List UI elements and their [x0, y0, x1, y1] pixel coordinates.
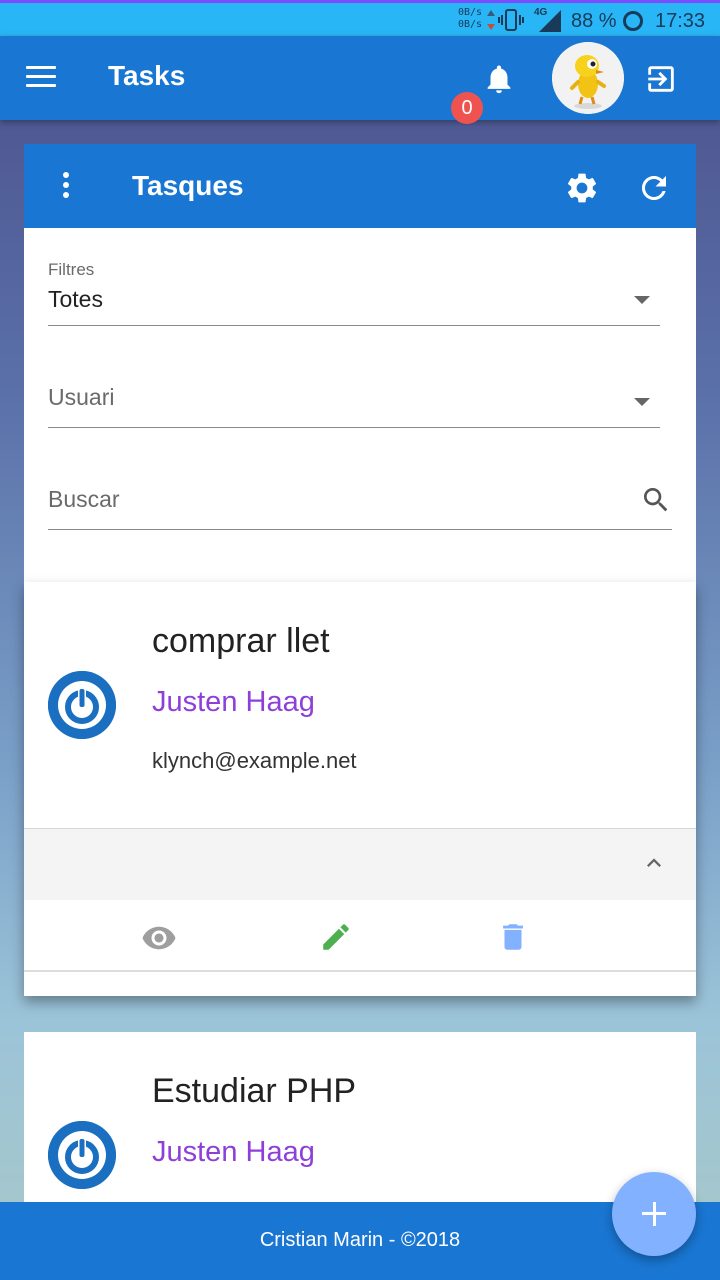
delete-icon[interactable]: [496, 920, 530, 954]
network-speed: 0B/s 0B/s: [458, 7, 482, 31]
data-arrows-icon: [486, 9, 496, 34]
add-task-button[interactable]: [612, 1172, 696, 1256]
more-vert-icon[interactable]: [58, 172, 74, 202]
search-input[interactable]: Buscar: [48, 478, 672, 530]
user-avatar-icon: [48, 671, 116, 739]
user-placeholder: Usuari: [48, 384, 115, 410]
task-name: Estudiar PHP: [152, 1072, 357, 1110]
filters-panel: Filtres Totes Usuari Buscar: [24, 228, 696, 582]
edit-icon[interactable]: [319, 920, 353, 954]
chevron-up-icon[interactable]: [640, 849, 668, 877]
tasks-card: Tasques Filtres Totes Usuari Buscar comp…: [24, 144, 696, 1244]
battery-percent: 88 %: [571, 10, 617, 32]
card-toolbar: Tasques: [24, 144, 696, 228]
settings-icon[interactable]: [564, 170, 600, 206]
avatar[interactable]: [552, 42, 624, 114]
net-up-text: 0B/s: [458, 7, 483, 18]
signal-icon: [538, 9, 562, 38]
user-select[interactable]: Usuari: [48, 378, 660, 428]
refresh-icon[interactable]: [636, 170, 672, 206]
battery-icon: [622, 10, 644, 37]
search-placeholder: Buscar: [48, 486, 120, 512]
status-bar: 0B/s 0B/s 4G 88 % 17:33: [0, 0, 720, 36]
net-down-text: 0B/s: [458, 19, 483, 30]
chevron-down-icon: [634, 398, 650, 406]
user-avatar-icon: [48, 1121, 116, 1189]
task-user-link[interactable]: Justen Haag: [152, 686, 315, 719]
filter-label: Filtres: [48, 260, 95, 279]
search-icon[interactable]: [640, 484, 672, 521]
task-item: comprar llet Justen Haag klynch@example.…: [24, 582, 696, 996]
task-user-link[interactable]: Justen Haag: [152, 1136, 315, 1169]
task-user-email: klynch@example.net: [152, 748, 357, 773]
filter-value: Totes: [48, 286, 103, 312]
clock: 17:33: [655, 10, 706, 32]
bell-icon[interactable]: [482, 62, 516, 96]
task-name: comprar llet: [152, 622, 330, 660]
task-actions: [24, 900, 696, 972]
footer-text: Cristian Marin - ©2018: [259, 1229, 461, 1251]
view-icon[interactable]: [141, 920, 176, 954]
filter-select[interactable]: Filtres Totes: [48, 260, 660, 326]
vibrate-icon: [498, 9, 524, 36]
chevron-down-icon: [634, 296, 650, 304]
menu-icon[interactable]: [26, 66, 56, 90]
card-title: Tasques: [132, 170, 244, 201]
task-expand-bar[interactable]: [24, 828, 696, 900]
top-app-bar: Tasks 0: [0, 36, 720, 124]
app-title: Tasks: [108, 60, 186, 91]
notification-badge: 0: [451, 92, 483, 124]
logout-icon[interactable]: [644, 62, 678, 96]
